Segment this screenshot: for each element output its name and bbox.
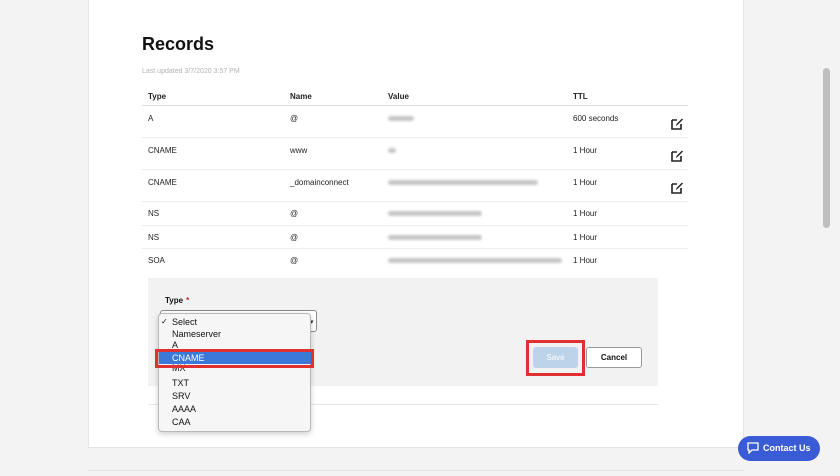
record-ttl: 1 Hour [573, 209, 598, 218]
column-header-ttl: TTL [573, 92, 588, 101]
chat-icon [747, 442, 759, 454]
column-header-value: Value [388, 92, 409, 101]
page-title: Records [142, 34, 215, 54]
row-divider [142, 248, 688, 249]
record-ttl: 600 seconds [573, 114, 619, 123]
record-value-blurred [388, 180, 538, 185]
type-dropdown-menu: Select Nameserver A CNAME MX TXT SRV AAA… [158, 313, 312, 432]
record-value-blurred [388, 211, 482, 216]
table-header-divider [142, 105, 688, 106]
record-type: SOA [148, 256, 165, 265]
required-marker: * [186, 296, 190, 305]
record-value-blurred [388, 148, 396, 153]
record-type: A [148, 114, 154, 123]
edit-icon[interactable] [670, 117, 684, 131]
edit-icon[interactable] [670, 149, 684, 163]
divider [88, 470, 744, 471]
record-type: NS [148, 233, 160, 242]
record-name: @ [290, 233, 299, 242]
record-name: _domainconnect [290, 178, 349, 187]
type-label-text: Type [165, 296, 184, 305]
option-select[interactable]: Select [159, 316, 312, 328]
column-header-name: Name [290, 92, 312, 101]
last-updated-text: Last updated 3/7/2020 3:57 PM [142, 68, 240, 75]
record-ttl: 1 Hour [573, 233, 598, 242]
contact-us-label: Contact Us [763, 443, 811, 453]
record-type: NS [148, 209, 160, 218]
option-txt[interactable]: TXT [159, 377, 312, 389]
record-ttl: 1 Hour [573, 178, 598, 187]
option-srv[interactable]: SRV [159, 390, 312, 402]
record-name: www [290, 146, 308, 155]
record-name: @ [290, 114, 299, 123]
record-type: CNAME [148, 178, 177, 187]
option-caa[interactable]: CAA [159, 416, 312, 428]
highlight-box-cname [155, 349, 314, 368]
cancel-button[interactable]: Cancel [586, 347, 642, 368]
record-name: @ [290, 256, 299, 265]
record-value-blurred [388, 235, 482, 240]
highlight-box-save [526, 340, 585, 376]
record-type: CNAME [148, 146, 177, 155]
edit-icon[interactable] [670, 181, 684, 195]
record-value-blurred [388, 258, 562, 263]
contact-us-button[interactable]: Contact Us [738, 436, 820, 461]
row-divider [142, 169, 688, 170]
record-name: @ [290, 209, 299, 218]
scrollbar[interactable] [823, 68, 830, 228]
column-header-type: Type [148, 92, 167, 101]
row-divider [142, 225, 688, 226]
record-ttl: 1 Hour [573, 146, 598, 155]
option-nameserver[interactable]: Nameserver [159, 328, 312, 340]
row-divider [142, 137, 688, 138]
option-aaaa[interactable]: AAAA [159, 403, 312, 415]
record-value-blurred [388, 116, 414, 121]
row-divider [142, 201, 688, 202]
type-field-label: Type * [165, 296, 189, 305]
record-ttl: 1 Hour [573, 256, 598, 265]
